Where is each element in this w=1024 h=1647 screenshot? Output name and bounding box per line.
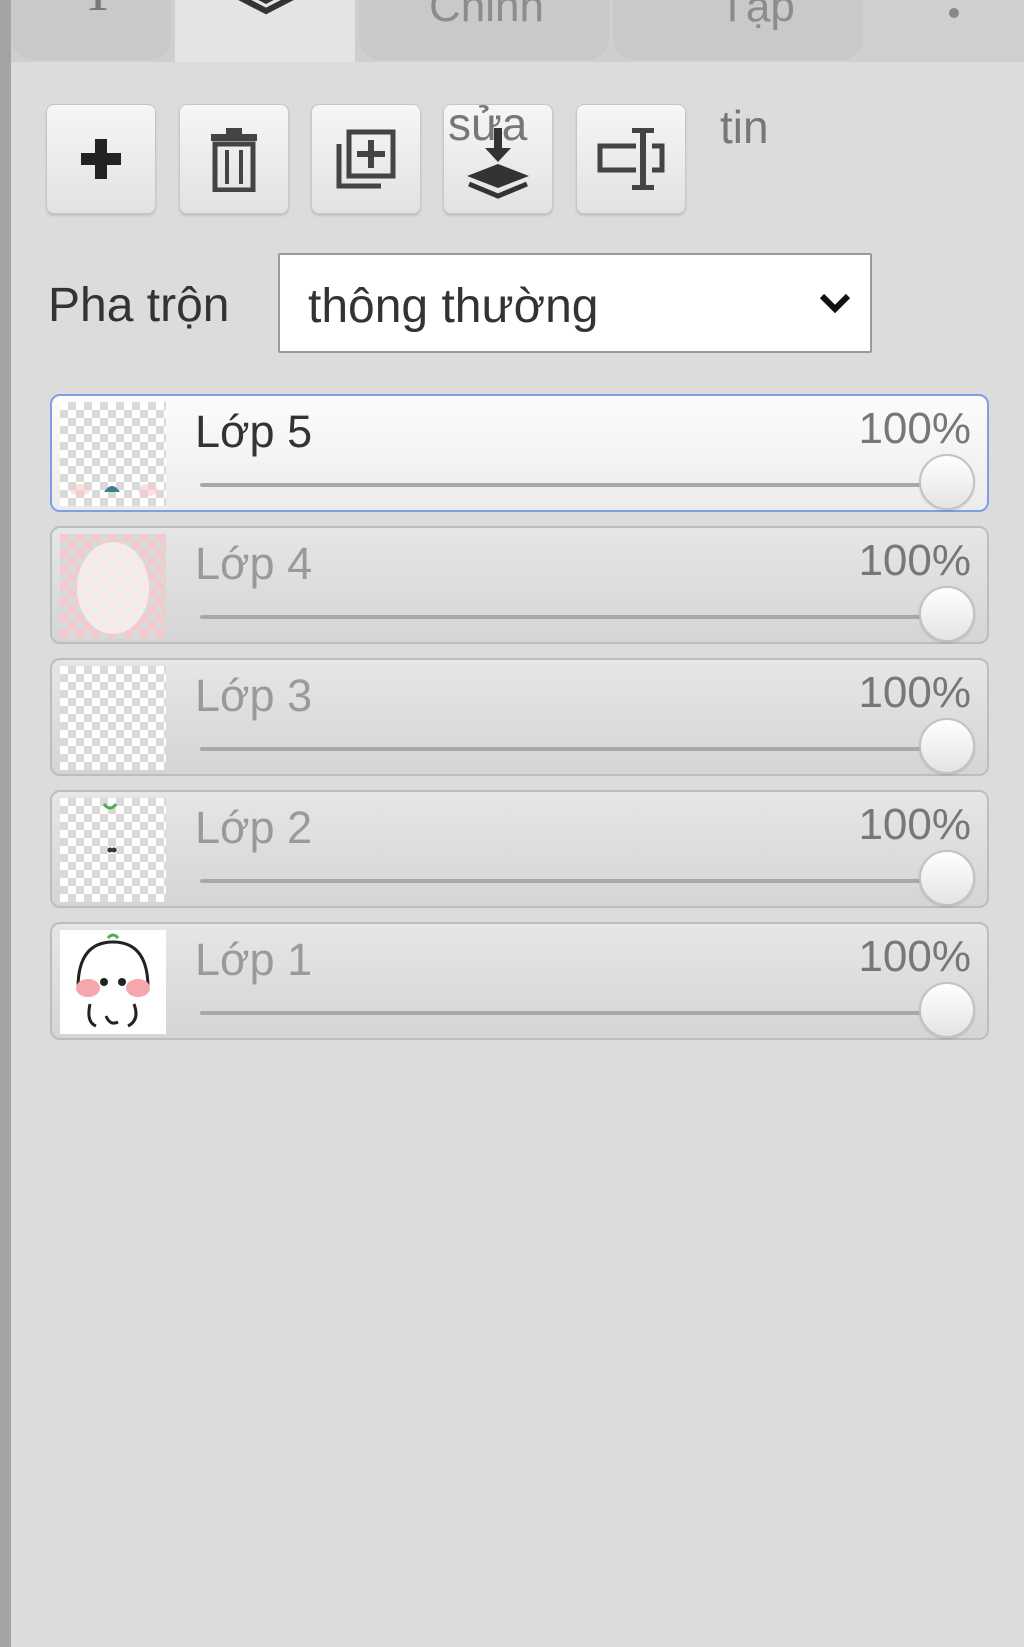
- opacity-slider-handle[interactable]: [919, 586, 975, 642]
- opacity-slider-handle[interactable]: [919, 850, 975, 906]
- opacity-slider[interactable]: [200, 747, 933, 751]
- duplicate-layer-button[interactable]: [311, 104, 421, 214]
- opacity-slider[interactable]: [200, 615, 933, 619]
- layer-name: Lớp 3: [195, 670, 313, 721]
- layer-opacity-value: 100%: [858, 800, 971, 849]
- layer-row-3[interactable]: Lớp 3 100%: [50, 658, 989, 776]
- chevron-down-icon: [819, 293, 851, 314]
- layer-name: Lớp 5: [195, 406, 313, 457]
- layer-opacity-value: 100%: [858, 404, 971, 453]
- layer-name: Lớp 4: [195, 538, 313, 589]
- opacity-slider[interactable]: [200, 1011, 933, 1015]
- trash-icon: [211, 128, 257, 192]
- layer-opacity-value: 100%: [858, 668, 971, 717]
- blend-mode-select[interactable]: thông thường: [278, 253, 872, 353]
- tab-adjust[interactable]: Chỉnh: [359, 0, 609, 60]
- duplicate-layer-icon: [336, 129, 396, 189]
- opacity-slider-handle[interactable]: [919, 454, 975, 510]
- rename-icon: [597, 128, 665, 190]
- layer-opacity-value: 100%: [858, 932, 971, 981]
- merge-label: sửa: [448, 98, 528, 150]
- blend-mode-label: Pha trộn: [48, 279, 230, 332]
- tab-layers[interactable]: [175, 0, 355, 62]
- layer-row-1[interactable]: Lớp 1 100%: [50, 922, 989, 1040]
- layer-thumbnail: [60, 666, 166, 770]
- tab-adjust-label: Chỉnh: [429, 0, 544, 31]
- more-vertical-icon[interactable]: [949, 0, 959, 26]
- opacity-slider-handle[interactable]: [919, 718, 975, 774]
- layer-row-2[interactable]: Lớp 2 100%: [50, 790, 989, 908]
- layer-opacity-value: 100%: [858, 536, 971, 585]
- panel-left-border: [0, 0, 11, 1647]
- layer-thumbnail: [60, 930, 166, 1034]
- blend-mode-value: thông thường: [308, 280, 599, 333]
- add-layer-icon: [81, 139, 121, 179]
- merge-layer-button[interactable]: sửa: [443, 98, 553, 214]
- tab-bar: T Chỉnh Tập: [11, 0, 1024, 62]
- layer-row-5[interactable]: Lớp 5 100%: [50, 394, 989, 512]
- delete-layer-button[interactable]: [179, 104, 289, 214]
- layer-thumbnail: [60, 402, 166, 506]
- layer-row-4[interactable]: Lớp 4 100%: [50, 526, 989, 644]
- layers-icon: [238, 0, 294, 15]
- text-tool-icon: T: [81, 0, 115, 24]
- layer-info-label[interactable]: tin: [720, 100, 769, 154]
- layer-name: Lớp 2: [195, 802, 313, 853]
- tab-text[interactable]: T: [11, 0, 171, 60]
- add-layer-button[interactable]: [46, 104, 156, 214]
- opacity-slider[interactable]: [200, 879, 933, 883]
- tab-file-label: Tập: [719, 0, 795, 31]
- layer-thumbnail: [60, 534, 166, 638]
- tab-file[interactable]: Tập: [613, 0, 863, 60]
- layer-name: Lớp 1: [195, 934, 313, 985]
- opacity-slider[interactable]: [200, 483, 933, 487]
- layer-thumbnail: [60, 798, 166, 902]
- opacity-slider-handle[interactable]: [919, 982, 975, 1038]
- rename-layer-button[interactable]: [576, 104, 686, 214]
